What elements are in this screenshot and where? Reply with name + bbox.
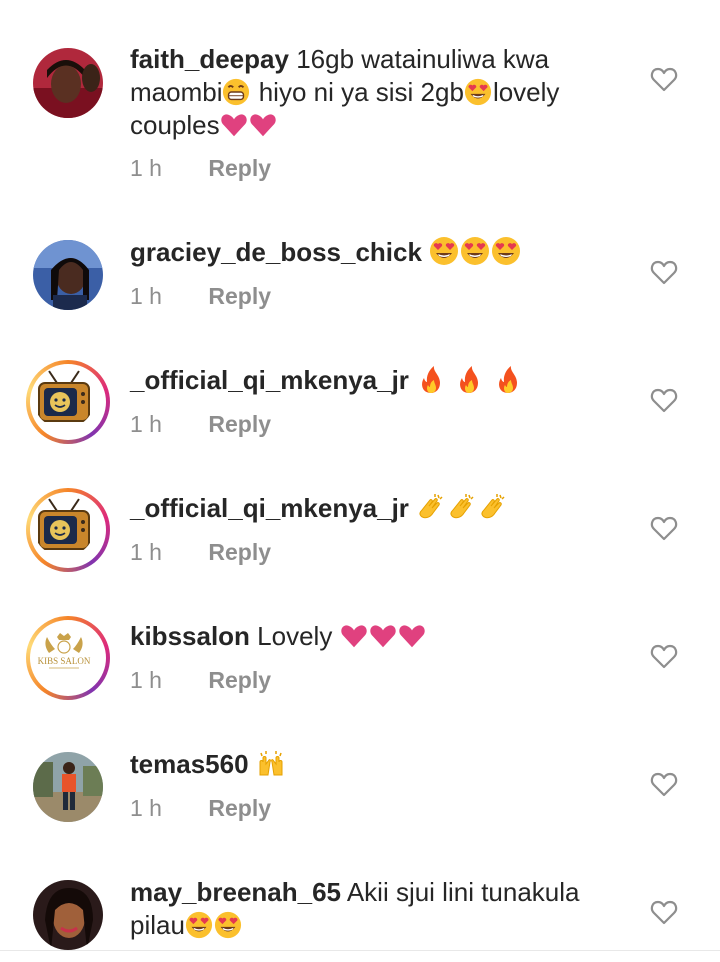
clap-emoji: [450, 493, 474, 519]
clap-emoji: [481, 493, 505, 519]
like-heart-icon[interactable]: [650, 66, 678, 92]
comment-body: Lovely: [257, 621, 333, 651]
comment-meta: 1 h Reply: [130, 155, 271, 182]
avatar[interactable]: KIBS SALON: [26, 616, 110, 700]
pink-heart-emoji: [398, 625, 425, 648]
bottom-divider: [0, 950, 720, 951]
avatar[interactable]: [33, 880, 103, 950]
reply-button[interactable]: Reply: [208, 667, 271, 693]
comment-text: temas560: [130, 748, 630, 781]
comment-text: kibssalon Lovely: [130, 620, 630, 653]
clap-emoji: [419, 493, 443, 519]
salon-logo: KIBS SALON: [33, 623, 95, 685]
avatar[interactable]: [33, 48, 103, 118]
comment-username[interactable]: graciey_de_boss_chick: [130, 237, 422, 267]
comment-username[interactable]: _official_qi_mkenya_jr: [130, 493, 409, 523]
comment-username[interactable]: _official_qi_mkenya_jr: [130, 365, 409, 395]
tv-logo-icon: [33, 367, 95, 429]
comment-body: hiyo ni ya sisi 2gb: [251, 77, 464, 107]
comment-text: may_breenah_65 Akii sjui lini tunakula p…: [130, 876, 630, 942]
comment-username[interactable]: temas560: [130, 749, 249, 779]
comment-meta: 1 h Reply: [130, 667, 271, 694]
avatar[interactable]: [33, 240, 103, 310]
reply-button[interactable]: Reply: [208, 539, 271, 565]
reply-button[interactable]: Reply: [208, 795, 271, 821]
comment-meta: 1 h Reply: [130, 283, 271, 310]
comment-text: faith_deepay 16gb watainuliwa kwa maombi…: [130, 43, 630, 142]
comment-meta: 1 h Reply: [130, 795, 271, 822]
fire-emoji: [498, 366, 517, 393]
comment-timestamp: 1 h: [130, 155, 162, 181]
pink-heart-emoji: [340, 625, 367, 648]
comment-timestamp: 1 h: [130, 667, 162, 693]
avatar[interactable]: [33, 752, 103, 822]
like-heart-icon[interactable]: [650, 643, 678, 669]
comment-username[interactable]: may_breenah_65: [130, 877, 341, 907]
like-heart-icon[interactable]: [650, 387, 678, 413]
fire-emoji: [422, 366, 441, 393]
comment-meta: 1 h Reply: [130, 411, 271, 438]
tv-logo-icon: [33, 495, 95, 557]
avatar[interactable]: [26, 488, 110, 572]
comment-timestamp: 1 h: [130, 539, 162, 565]
raised-hands-emoji: [259, 750, 283, 776]
pink-heart-emoji: [249, 114, 276, 137]
like-heart-icon[interactable]: [650, 771, 678, 797]
reply-button[interactable]: Reply: [208, 155, 271, 181]
reply-button[interactable]: Reply: [208, 411, 271, 437]
avatar[interactable]: [26, 360, 110, 444]
like-heart-icon[interactable]: [650, 259, 678, 285]
comment-timestamp: 1 h: [130, 411, 162, 437]
comment-username[interactable]: faith_deepay: [130, 44, 289, 74]
comment-username[interactable]: kibssalon: [130, 621, 250, 651]
fire-emoji: [460, 366, 479, 393]
pink-heart-emoji: [369, 625, 396, 648]
like-heart-icon[interactable]: [650, 515, 678, 541]
comment-text: _official_qi_mkenya_jr: [130, 492, 630, 525]
salon-logo-text: KIBS SALON: [38, 656, 91, 666]
heart-eyes-emoji: [464, 78, 492, 106]
comment-meta: 1 h Reply: [130, 539, 271, 566]
reply-button[interactable]: Reply: [208, 283, 271, 309]
like-heart-icon[interactable]: [650, 899, 678, 925]
heart-eyes-emoji: [430, 237, 459, 265]
comment-text: graciey_de_boss_chick: [130, 236, 630, 269]
heart-eyes-emoji: [461, 237, 490, 265]
heart-eyes-emoji: [185, 911, 213, 939]
comment-timestamp: 1 h: [130, 795, 162, 821]
comment-timestamp: 1 h: [130, 283, 162, 309]
heart-eyes-emoji: [214, 911, 242, 939]
heart-eyes-emoji: [492, 237, 521, 265]
comment-text: _official_qi_mkenya_jr: [130, 364, 630, 397]
grin-emoji: [222, 78, 251, 106]
pink-heart-emoji: [220, 114, 247, 137]
